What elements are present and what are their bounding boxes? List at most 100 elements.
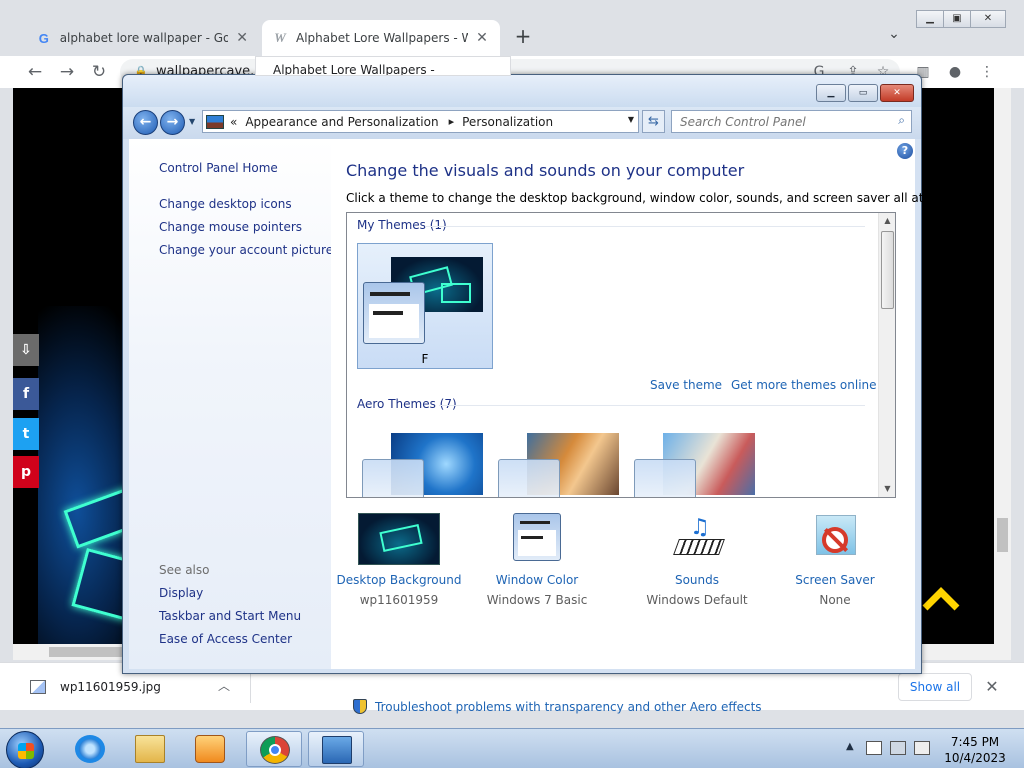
menu-kebab-icon[interactable]: ⋮ [976,61,998,83]
window-color-icon [496,513,578,565]
scroll-to-top-chevron-icon[interactable] [921,582,961,612]
theme-list-scrollbar[interactable]: ▲ ▼ [878,213,895,497]
window-color-setting[interactable]: Window Color Windows 7 Basic [472,513,602,607]
start-button[interactable] [6,731,44,768]
download-icon[interactable]: ⇩ [13,334,39,366]
save-theme-link[interactable]: Save theme [650,378,722,392]
taskbar-start-menu-link[interactable]: Taskbar and Start Menu [159,609,301,623]
address-chevron-down-icon[interactable]: ▼ [628,115,634,124]
theme-tile-architecture[interactable] [493,429,623,497]
change-mouse-pointers-link[interactable]: Change mouse pointers [159,220,302,234]
maximize-button[interactable]: ▭ [848,84,878,102]
theme-list: My Themes (1) F Save theme Get more them… [346,212,896,498]
setting-label: Window Color [495,573,579,587]
setting-label: Sounds [674,573,720,587]
aero-themes-header: Aero Themes (7) [357,397,457,411]
theme-name: F [421,352,429,366]
control-panel-window: ▁ ▭ ✕ ← → ▼ « Appearance and Personaliza… [122,74,960,714]
theme-tile-windows-7[interactable] [357,429,487,497]
theme-tile-characters[interactable] [629,429,759,497]
search-input[interactable] [672,111,887,132]
change-desktop-icons-link[interactable]: Change desktop icons [159,197,292,211]
tab-strip: G alphabet lore wallpaper - Google Searc… [0,0,1024,56]
theme-tile-f[interactable]: F [357,243,493,369]
setting-value: None [819,593,851,607]
control-panel-titlebar[interactable]: ▁ ▭ ✕ [123,75,921,107]
back-icon[interactable]: ← [24,61,46,83]
search-icon[interactable]: ⌕ [898,113,905,128]
reload-icon[interactable]: ↻ [88,61,110,83]
close-window-button[interactable]: ✕ [880,84,914,102]
action-center-flag-icon[interactable] [866,741,882,755]
clock-time[interactable]: 7:45 PM [930,735,1020,749]
desktop-background-setting[interactable]: Desktop Background wp11601959 [334,513,464,607]
close-icon[interactable]: ✕ [234,30,250,46]
scrollbar-thumb[interactable] [881,231,894,309]
sounds-piano-icon: ♫ [656,513,738,565]
sounds-setting[interactable]: ♫ Sounds Windows Default [632,513,762,607]
wallpapercave-icon: W [274,30,286,45]
screen-saver-setting[interactable]: Screen Saver None [770,513,900,607]
breadcrumb-personalization[interactable]: Personalization [462,115,553,129]
chrome-icon [260,736,290,764]
minimize-button[interactable]: ▁ [816,84,846,102]
back-arrow-icon[interactable]: ← [133,110,158,135]
tab-search-chevron-icon[interactable]: ⌄ [884,26,904,46]
control-panel-home-link[interactable]: Control Panel Home [159,161,278,175]
forward-arrow-icon[interactable]: → [160,110,185,135]
troubleshoot-aero-link[interactable]: Troubleshoot problems with transparency … [353,699,762,714]
tab-title: alphabet lore wallpaper - Google Search [59,31,229,45]
help-icon[interactable]: ? [897,143,913,159]
taskbar-control-panel[interactable] [308,731,364,767]
screen-saver-icon [794,513,876,565]
new-tab-button[interactable]: + [512,26,534,48]
recent-pages-chevron-down-icon[interactable]: ▼ [189,117,199,129]
twitter-icon[interactable]: t [13,418,39,450]
facebook-icon[interactable]: f [13,378,39,410]
volume-muted-icon[interactable] [914,741,930,755]
display-link[interactable]: Display [159,586,203,600]
download-filename: wp11601959.jpg [60,680,161,694]
setting-value: wp11601959 [359,593,439,607]
breadcrumb-overflow[interactable]: « [230,115,237,129]
maximize-button[interactable]: ▣ [943,10,971,28]
divider [250,673,251,703]
breadcrumb-arrow-icon[interactable]: ▸ [449,115,455,128]
network-icon[interactable] [890,741,906,755]
refresh-icon[interactable]: ⇆ [642,110,665,133]
security-shield-icon [353,699,367,714]
control-panel-icon [206,114,224,129]
get-more-themes-link[interactable]: Get more themes online [731,378,877,392]
desktop-background-icon [358,513,440,565]
search-box[interactable]: ⌕ [671,110,912,133]
profile-icon[interactable]: ● [944,61,966,83]
close-window-button[interactable]: ✕ [970,10,1006,28]
close-icon[interactable]: ✕ [984,675,1000,699]
change-account-picture-link[interactable]: Change your account picture [159,243,333,257]
show-all-button[interactable]: Show all [898,673,972,701]
scroll-down-arrow-icon[interactable]: ▼ [879,481,895,497]
pinterest-icon[interactable]: p [13,456,39,488]
tab-preview-title: Alphabet Lore Wallpapers - [273,63,435,76]
taskbar-file-explorer[interactable] [122,731,178,767]
taskbar-internet-explorer[interactable] [62,731,118,767]
download-item[interactable]: wp11601959.jpg [30,675,161,699]
chevron-up-icon[interactable]: ︿ [218,677,230,694]
setting-value: Windows 7 Basic [486,593,588,607]
minimize-button[interactable]: ▁ [916,10,944,28]
ease-of-access-link[interactable]: Ease of Access Center [159,632,292,646]
scroll-up-arrow-icon[interactable]: ▲ [879,213,895,229]
show-hidden-icons-chevron-up-icon[interactable]: ▲ [846,741,854,752]
tab-wallpaper-cave[interactable]: W Alphabet Lore Wallpapers - Wallpaper C… [262,20,500,56]
taskbar-google-chrome[interactable] [246,731,302,767]
address-bar[interactable]: « Appearance and Personalization ▸ Perso… [202,110,639,133]
window-color-thumbnail [363,282,425,344]
close-icon[interactable]: ✕ [474,30,490,46]
taskbar-media-player[interactable] [182,731,238,767]
clock-date[interactable]: 10/4/2023 [930,751,1020,765]
explorer-navigation-bar: ← → ▼ « Appearance and Personalization ▸… [123,107,921,139]
page-vertical-scrollbar[interactable] [994,88,1011,644]
tab-google-search[interactable]: G alphabet lore wallpaper - Google Searc… [26,20,260,56]
forward-icon[interactable]: → [56,61,78,83]
breadcrumb-appearance[interactable]: Appearance and Personalization [245,115,438,129]
